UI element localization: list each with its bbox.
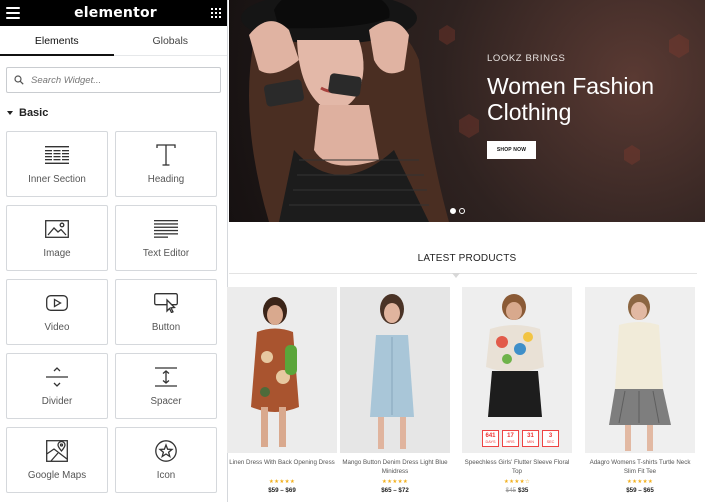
product-image[interactable] — [340, 287, 450, 453]
rating-stars: ★★★★☆ — [503, 479, 531, 485]
hero-slider: LOOKZ BRINGS Women Fashion Clothing SHOP… — [229, 0, 705, 222]
rating-stars: ★★★★★ — [268, 479, 296, 485]
star-icon — [155, 440, 177, 462]
widget-google-maps[interactable]: Google Maps — [6, 427, 108, 493]
product-3-photo — [462, 287, 572, 453]
search-box — [6, 67, 221, 93]
countdown-hours: 17 HRS — [502, 430, 519, 447]
text-editor-icon — [154, 220, 178, 238]
widget-label: Button — [151, 322, 181, 333]
section-heading: LATEST PRODUCTS — [417, 253, 517, 264]
panel-tabs: Elements Globals — [0, 26, 227, 56]
heading-notch-icon — [452, 273, 460, 278]
widget-video[interactable]: Video — [6, 279, 108, 345]
product-card[interactable]: Mango Button Denim Dress Light Blue Mini… — [340, 287, 450, 494]
latest-products-section: LATEST PRODUCTS Linen Dress With Back Op… — [227, 222, 705, 502]
widget-divider[interactable]: Divider — [6, 353, 108, 419]
image-icon — [45, 220, 69, 238]
search-icon — [14, 75, 24, 85]
rating-stars: ★★★★★ — [381, 479, 409, 485]
countdown-seconds: 3 SEC — [542, 430, 559, 447]
widget-image[interactable]: Image — [6, 205, 108, 271]
elementor-panel: elementor Elements Globals Basic — [0, 0, 228, 502]
heading-icon — [156, 144, 176, 166]
product-image[interactable] — [585, 287, 695, 453]
widget-inner-section[interactable]: Inner Section — [6, 131, 108, 197]
shop-now-button[interactable]: SHOP NOW — [487, 141, 536, 159]
product-card[interactable]: Adagro Womens T-shirts Turtle Neck Slim … — [585, 287, 695, 494]
rating-stars: ★★★★★ — [626, 479, 654, 485]
caret-down-icon — [7, 111, 13, 115]
widget-grid: Inner Section Heading Image Text Editor … — [6, 131, 217, 493]
product-price: $45 $35 — [505, 487, 529, 494]
category-basic[interactable]: Basic — [7, 107, 227, 119]
heading-divider — [229, 273, 697, 274]
slider-dot-1[interactable] — [450, 208, 456, 214]
product-price: $59 – $65 — [626, 487, 654, 494]
widget-label: Heading — [147, 174, 185, 185]
product-card[interactable]: 641 DAYS 17 HRS 31 MIN 3 SEC Speechless Girl… — [462, 287, 572, 494]
inner-section-icon — [45, 146, 69, 164]
product-name[interactable]: Speechless Girls' Flutter Sleeve Floral … — [462, 458, 572, 476]
elementor-logo: elementor — [74, 5, 157, 21]
widget-label: Image — [43, 248, 71, 259]
widget-icon[interactable]: Icon — [115, 427, 217, 493]
tab-globals[interactable]: Globals — [114, 26, 228, 55]
slider-dots — [450, 208, 465, 214]
widget-heading[interactable]: Heading — [115, 131, 217, 197]
widget-label: Inner Section — [28, 174, 86, 185]
product-image[interactable] — [227, 287, 337, 453]
video-icon — [46, 295, 68, 311]
product-price: $59 – $69 — [268, 487, 296, 494]
button-icon — [154, 293, 178, 313]
product-2-photo — [340, 287, 450, 453]
search-widget-input[interactable] — [31, 74, 201, 86]
google-maps-icon — [46, 440, 68, 462]
widget-button[interactable]: Button — [115, 279, 217, 345]
product-name[interactable]: Mango Button Denim Dress Light Blue Mini… — [340, 458, 450, 476]
widget-label: Text Editor — [142, 248, 190, 259]
widget-label: Icon — [156, 470, 176, 481]
divider-icon — [46, 367, 68, 387]
product-1-photo — [227, 287, 337, 453]
hero-subtitle: LOOKZ BRINGS — [487, 53, 566, 64]
product-name[interactable]: Adagro Womens T-shirts Turtle Neck Slim … — [585, 458, 695, 476]
tab-elements[interactable]: Elements — [0, 26, 114, 56]
widget-spacer[interactable]: Spacer — [115, 353, 217, 419]
countdown-minutes: 31 MIN — [522, 430, 539, 447]
apps-grid-icon[interactable] — [210, 8, 221, 18]
hero-title: Women Fashion Clothing — [487, 73, 655, 125]
widget-label: Divider — [41, 396, 73, 407]
slider-dot-2[interactable] — [459, 208, 465, 214]
old-price: $45 — [505, 487, 516, 494]
widget-label: Spacer — [150, 396, 182, 407]
countdown-days: 641 DAYS — [482, 430, 499, 447]
sale-countdown: 641 DAYS 17 HRS 31 MIN 3 SEC — [482, 430, 559, 447]
menu-icon[interactable] — [6, 7, 20, 19]
product-card[interactable]: Linen Dress With Back Opening Dress ★★★★… — [227, 287, 337, 494]
product-price: $65 – $72 — [381, 487, 409, 494]
product-image[interactable]: 641 DAYS 17 HRS 31 MIN 3 SEC — [462, 287, 572, 453]
widget-text-editor[interactable]: Text Editor — [115, 205, 217, 271]
product-name[interactable]: Linen Dress With Back Opening Dress — [227, 458, 337, 476]
product-4-photo — [585, 287, 695, 453]
spacer-icon — [155, 367, 177, 387]
widget-label: Google Maps — [27, 470, 87, 481]
panel-header: elementor — [0, 0, 227, 26]
category-label: Basic — [19, 107, 49, 119]
widget-label: Video — [44, 322, 70, 333]
